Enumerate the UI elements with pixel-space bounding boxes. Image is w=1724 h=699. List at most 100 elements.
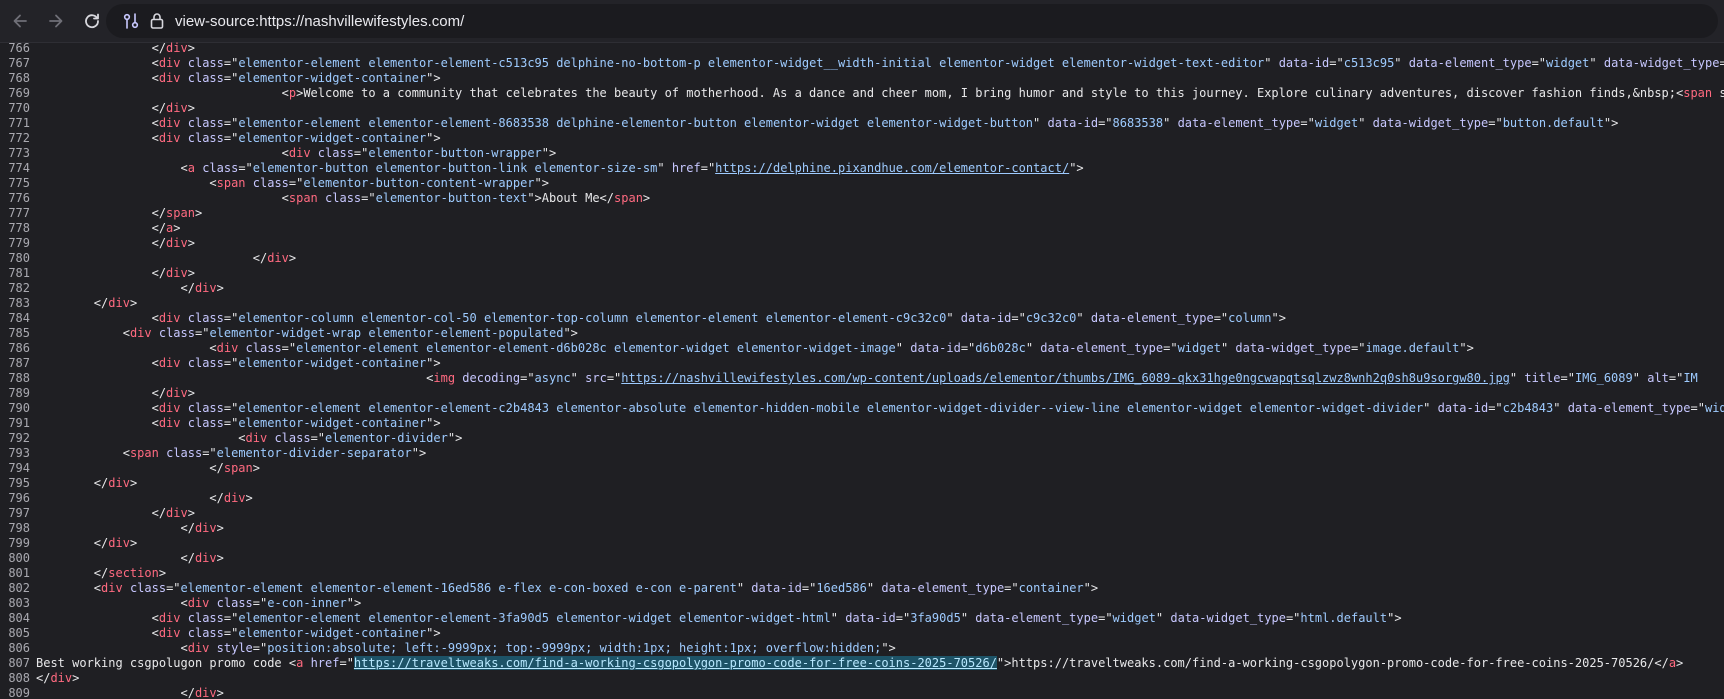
attr-name: data-element_type bbox=[1090, 311, 1214, 325]
source-link[interactable]: https://traveltweaks.com/find-a-working-… bbox=[353, 656, 997, 670]
source-text: "> bbox=[346, 596, 362, 610]
attr-value: html.default bbox=[1300, 611, 1388, 625]
source-text bbox=[36, 536, 94, 550]
attr-name: class bbox=[187, 416, 224, 430]
source-line: 794 </span> bbox=[0, 461, 1724, 476]
source-line: 786 <div class="elementor-element elemen… bbox=[0, 341, 1724, 356]
source-text bbox=[36, 206, 152, 220]
source-line: 807 Best working csgpolugon promo code < a… bbox=[0, 656, 1724, 671]
line-source: </div> bbox=[36, 296, 137, 311]
source-text: " bbox=[1163, 116, 1178, 130]
line-number: 774 bbox=[8, 161, 30, 175]
source-line: 806 <div style="position:absolute; left:… bbox=[0, 641, 1724, 656]
source-text: > bbox=[1676, 656, 1684, 670]
attr-name: data-element_type bbox=[881, 581, 1005, 595]
attr-name: class bbox=[166, 446, 203, 460]
source-text: =" bbox=[361, 191, 376, 205]
source-text: " bbox=[1025, 341, 1041, 355]
source-text: " bbox=[657, 161, 672, 175]
attr-name: class bbox=[129, 581, 167, 595]
source-line: 796 </div> bbox=[0, 491, 1724, 506]
tag-name: div bbox=[245, 431, 268, 445]
source-text bbox=[181, 311, 188, 325]
line-source: <span class="elementor-divider-separator… bbox=[36, 446, 426, 461]
source-text: </ bbox=[151, 41, 167, 55]
source-text: =" bbox=[353, 146, 369, 160]
source-text: > bbox=[173, 221, 181, 235]
attr-value: elementor-widget-container bbox=[238, 626, 427, 640]
address-bar[interactable]: view-source:https://nashvillewifestyles.… bbox=[106, 4, 1718, 38]
source-text: > bbox=[245, 491, 253, 505]
source-text: =" bbox=[1011, 311, 1026, 325]
tag-name: div bbox=[158, 116, 181, 130]
source-text bbox=[36, 86, 282, 100]
site-info-button[interactable] bbox=[120, 10, 142, 32]
attr-value: elementor-divider bbox=[325, 431, 448, 445]
line-source: </div> bbox=[36, 551, 224, 566]
source-text: > bbox=[129, 476, 138, 490]
attr-name: class bbox=[158, 326, 195, 340]
attr-name: data-id bbox=[845, 611, 896, 625]
source-text: =" bbox=[223, 131, 239, 145]
line-source: </div> bbox=[36, 101, 195, 116]
tag-name: div bbox=[158, 401, 181, 415]
line-number: 786 bbox=[8, 341, 30, 355]
line-source: <div class="elementor-column elementor-c… bbox=[36, 311, 1286, 326]
tag-name: span bbox=[129, 446, 159, 460]
source-text bbox=[36, 611, 152, 625]
attr-name: decoding bbox=[462, 371, 521, 385]
attr-name: class bbox=[274, 431, 311, 445]
source-text: =" bbox=[166, 581, 181, 595]
line-number: 808 bbox=[8, 671, 30, 685]
source-line: 774 <a class="elementor-button elementor… bbox=[0, 161, 1724, 176]
attr-value: e-con-inner bbox=[267, 596, 347, 610]
line-source: <div class="elementor-widget-container"> bbox=[36, 131, 441, 146]
source-text: > bbox=[252, 461, 260, 475]
attr-value: elementor-widget-container bbox=[238, 131, 427, 145]
source-text: > bbox=[72, 671, 80, 685]
source-text: =" bbox=[700, 161, 716, 175]
source-text: =" bbox=[1560, 371, 1575, 385]
source-text: < bbox=[281, 146, 289, 160]
source-link[interactable]: https://delphine.pixandhue.com/elementor… bbox=[715, 161, 1069, 175]
source-line: 803 <div class="e-con-inner"> bbox=[0, 596, 1724, 611]
source-text: "> bbox=[411, 446, 427, 460]
attr-name: data-widget_type bbox=[1170, 611, 1286, 625]
forward-button[interactable] bbox=[38, 3, 74, 39]
source-text: =" bbox=[310, 431, 326, 445]
attr-name: class bbox=[216, 596, 253, 610]
tag-name: section bbox=[108, 566, 159, 580]
attr-name: class bbox=[187, 311, 224, 325]
attr-value: IMG_6089 bbox=[1574, 371, 1633, 385]
attr-value: elementor-element elementor-element-8683… bbox=[238, 116, 1034, 130]
source-text: Best working csgpolugon promo code < bbox=[36, 656, 297, 670]
source-text: </ bbox=[151, 101, 167, 115]
url-text[interactable]: view-source:https://nashvillewifestyles.… bbox=[175, 13, 464, 30]
attr-value: elementor-element elementor-element-16ed… bbox=[180, 581, 737, 595]
source-text: =" bbox=[223, 401, 239, 415]
source-text: > bbox=[187, 41, 195, 55]
line-source: </div> bbox=[36, 686, 224, 699]
line-source: <span class="elementor-button-content-wr… bbox=[36, 176, 549, 191]
source-text: > bbox=[216, 281, 224, 295]
line-source: </div> bbox=[36, 536, 137, 551]
attr-name: class bbox=[202, 161, 239, 175]
source-text bbox=[36, 266, 152, 280]
source-text: "> bbox=[1459, 341, 1474, 355]
tag-name: span bbox=[216, 176, 246, 190]
source-text: "> bbox=[1387, 611, 1402, 625]
reload-button[interactable] bbox=[74, 3, 110, 39]
source-text bbox=[36, 491, 209, 505]
source-line: 797 </div> bbox=[0, 506, 1724, 521]
source-link[interactable]: https://nashvillewifestyles.com/wp-conte… bbox=[621, 371, 1510, 385]
attr-name: data-id bbox=[1047, 116, 1099, 130]
source-line: 769 <p>Welcome to a community that celeb… bbox=[0, 86, 1724, 101]
line-number: 781 bbox=[8, 266, 30, 280]
source-text: =" bbox=[1488, 116, 1503, 130]
source-text: </ bbox=[93, 536, 109, 550]
attr-value: column bbox=[1228, 311, 1272, 325]
source-text bbox=[238, 341, 245, 355]
back-button[interactable] bbox=[2, 3, 38, 39]
line-source: </div> bbox=[36, 476, 137, 491]
source-line: 798 </div> bbox=[0, 521, 1724, 536]
